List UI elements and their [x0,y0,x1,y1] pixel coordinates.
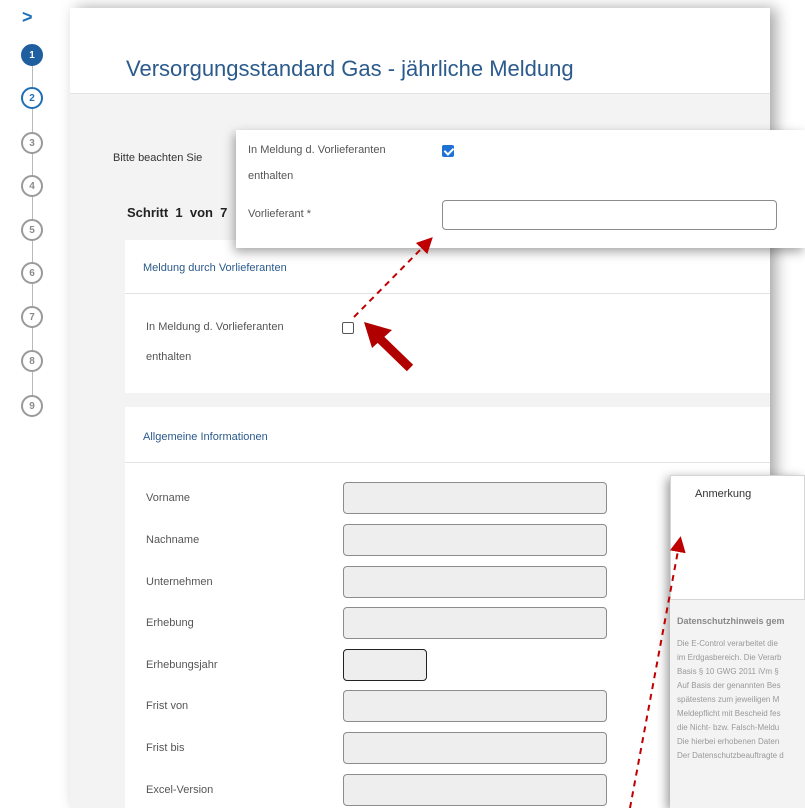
vorlieferant-label: Vorlieferant * [248,208,311,220]
card-supplier-title: Meldung durch Vorlieferanten [143,262,287,274]
frist-bis-input[interactable] [343,732,607,764]
excel-version-input[interactable] [343,774,607,806]
erhebungsjahr-input[interactable] [343,649,427,681]
field-label-nachname: Nachname [146,534,200,546]
datenschutz-line: Die E-Control verarbeitet die [677,639,778,648]
datenschutz-line: Der Datenschutzbeauftragte d [677,751,784,760]
step-progress-text: Schritt 1 von 7 [127,205,228,220]
nachname-input[interactable] [343,524,607,556]
vorlieferant-input[interactable] [442,200,777,230]
popup-checkbox-label-line2: enthalten [248,170,294,182]
card-general-title: Allgemeine Informationen [143,431,268,443]
anmerkung-textarea[interactable]: Anmerkung [670,475,805,600]
field-label-frist-bis: Frist bis [146,742,185,754]
step-5[interactable]: 5 [21,219,43,241]
popup-supplier-detail: In Meldung d. Vorlieferanten enthalten V… [236,130,805,248]
datenschutz-title: Datenschutzhinweis gem [677,616,785,626]
popup-checkbox-label-line1: In Meldung d. Vorlieferanten [248,144,386,156]
step-2[interactable]: 2 [21,87,43,109]
field-label-vorname: Vorname [146,492,191,504]
step-6[interactable]: 6 [21,262,43,284]
popup-anmerkung: Anmerkung Datenschutzhinweis gem Die E-C… [670,475,805,808]
datenschutz-line: Auf Basis der genannten Bes [677,681,781,690]
datenschutz-line: die Nicht- bzw. Falsch-Meldu [677,723,780,732]
datenschutz-line: spätestens zum jeweiligen M [677,695,780,704]
unternehmen-input[interactable] [343,566,607,598]
frist-von-input[interactable] [343,690,607,722]
chevron-right-icon[interactable]: > [22,8,42,28]
datenschutz-line: im Erdgasbereich. Die Verarb [677,653,782,662]
step-1[interactable]: 1 [21,44,43,66]
supplier-checkbox-label-line1: In Meldung d. Vorlieferanten [146,321,284,333]
supplier-checkbox-label-line2: enthalten [146,351,192,363]
datenschutz-line: Basis § 10 GWG 2011 iVm § [677,667,779,676]
page-header: Versorgungsstandard Gas - jährliche Meld… [70,8,770,94]
step-8[interactable]: 8 [21,350,43,372]
field-label-erhebungsjahr: Erhebungsjahr [146,659,218,671]
field-label-erhebung: Erhebung [146,617,194,629]
step-7[interactable]: 7 [21,306,43,328]
card-supplier: Meldung durch Vorlieferanten In Meldung … [125,240,770,393]
field-label-unternehmen: Unternehmen [146,576,213,588]
supplier-checkbox[interactable] [342,322,354,334]
vorname-input[interactable] [343,482,607,514]
divider [125,462,770,463]
popup-supplier-checkbox[interactable] [442,145,454,157]
intro-note: Bitte beachten Sie [113,152,203,164]
field-label-excel-version: Excel-Version [146,784,214,796]
erhebung-input[interactable] [343,607,607,639]
datenschutz-line: Die hierbei erhobenen Daten [677,737,780,746]
divider [125,293,770,294]
field-label-frist-von: Frist von [146,700,189,712]
step-9[interactable]: 9 [21,395,43,417]
step-3[interactable]: 3 [21,132,43,154]
datenschutz-line: Meldepflicht mit Bescheid fes [677,709,781,718]
step-4[interactable]: 4 [21,175,43,197]
page-title: Versorgungsstandard Gas - jährliche Meld… [126,56,574,81]
stepper-sidebar: > 1 2 3 4 5 6 7 8 9 [0,0,70,808]
anmerkung-label: Anmerkung [695,488,752,500]
